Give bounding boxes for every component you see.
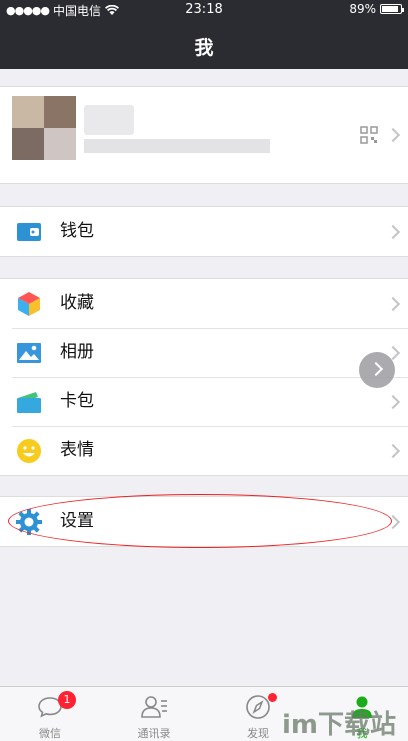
wallet-group: 钱包 xyxy=(0,206,408,257)
new-moments-dot xyxy=(268,693,277,702)
menu-item-wallet[interactable]: 钱包 xyxy=(0,207,408,256)
blurred-nickname xyxy=(84,105,134,135)
top-bar: ●●●●● 中国电信 23:18 89% 我 xyxy=(0,0,408,69)
status-right: 89% xyxy=(349,2,404,16)
contacts-person-icon xyxy=(140,693,168,721)
qr-code-icon[interactable] xyxy=(360,126,378,144)
menu-label-album: 相册 xyxy=(60,342,94,362)
menu-label-settings: 设置 xyxy=(60,511,94,531)
page-title: 我 xyxy=(194,37,214,59)
tab-discover[interactable]: 发现 xyxy=(228,687,288,741)
avatar[interactable] xyxy=(12,96,76,160)
floating-forward-button[interactable] xyxy=(359,352,395,388)
tab-label-discover: 发现 xyxy=(247,727,269,740)
tab-chats[interactable]: 1 微信 xyxy=(20,687,80,741)
avatar-pixel xyxy=(12,96,44,128)
tab-label-contacts: 通讯录 xyxy=(137,727,171,740)
menu-label-favorites: 收藏 xyxy=(60,293,94,313)
menu-item-cards[interactable]: 卡包 xyxy=(0,377,408,426)
card-wallet-icon xyxy=(16,389,42,415)
menu-item-favorites[interactable]: 收藏 xyxy=(0,279,408,328)
chevron-right-icon xyxy=(385,394,401,409)
wallet-icon xyxy=(16,219,42,245)
clock: 23:18 xyxy=(185,2,223,17)
settings-group: 设置 xyxy=(0,496,408,547)
smiley-face-icon xyxy=(16,438,42,464)
album-picture-icon xyxy=(16,340,42,366)
menu-label-stickers: 表情 xyxy=(60,440,94,460)
avatar-pixel xyxy=(12,128,44,160)
menu-label-wallet: 钱包 xyxy=(60,221,94,241)
tools-group: 收藏 相册 卡包 表情 xyxy=(0,278,408,476)
chevron-right-icon xyxy=(385,224,401,239)
battery-fill xyxy=(382,6,399,12)
favorites-cube-icon xyxy=(16,291,42,317)
battery-icon xyxy=(380,4,404,14)
chevron-right-icon xyxy=(385,514,401,529)
menu-label-cards: 卡包 xyxy=(60,391,94,411)
profile-card[interactable] xyxy=(0,86,408,184)
menu-item-album[interactable]: 相册 xyxy=(0,328,408,377)
menu-item-settings[interactable]: 设置 xyxy=(0,497,408,546)
battery-percent: 89% xyxy=(349,2,376,16)
tab-label-chats: 微信 xyxy=(39,727,61,740)
settings-gear-icon xyxy=(16,509,42,535)
site-watermark: im下载站 xyxy=(282,710,397,740)
tab-contacts[interactable]: 通讯录 xyxy=(124,687,184,741)
chevron-right-icon xyxy=(385,296,401,311)
avatar-pixel xyxy=(44,96,76,128)
blurred-wechat-id xyxy=(84,139,270,153)
avatar-pixel xyxy=(44,128,76,160)
chevron-right-icon xyxy=(385,443,401,458)
chevron-right-icon xyxy=(385,127,401,143)
unread-badge: 1 xyxy=(58,691,76,709)
status-bar: ●●●●● 中国电信 23:18 89% xyxy=(0,0,408,20)
menu-item-stickers[interactable]: 表情 xyxy=(0,426,408,475)
